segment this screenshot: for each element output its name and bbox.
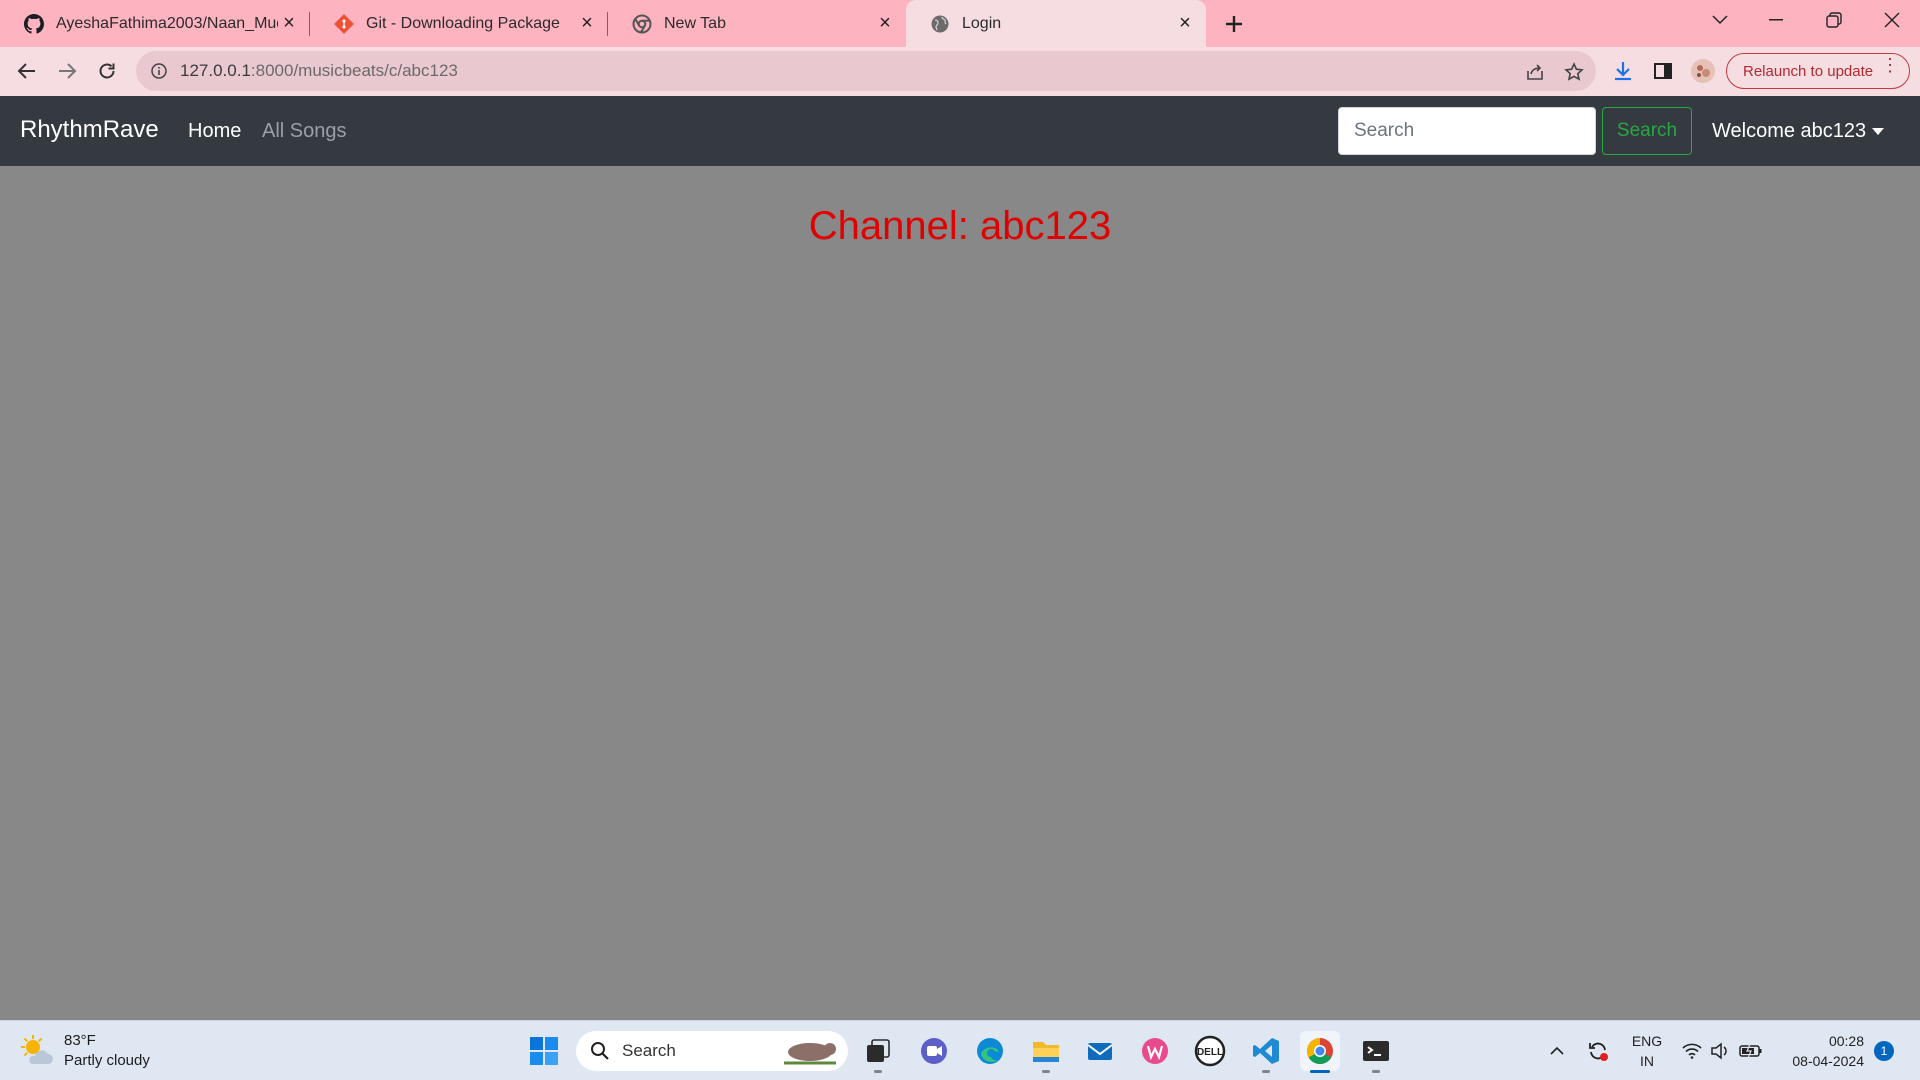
- battery-icon[interactable]: [1736, 1031, 1766, 1071]
- weather-widget[interactable]: 83°F Partly cloudy: [20, 1031, 150, 1071]
- clock-time: 00:28: [1828, 1033, 1864, 1049]
- tab-login[interactable]: Login ×: [906, 0, 1206, 47]
- relaunch-to-update-button[interactable]: Relaunch to update ⋮: [1726, 53, 1910, 89]
- close-window-button[interactable]: [1864, 0, 1920, 40]
- vscode-icon[interactable]: [1246, 1031, 1286, 1073]
- edge-icon[interactable]: [970, 1031, 1010, 1071]
- wifi-icon[interactable]: [1678, 1031, 1706, 1071]
- teams-chat-icon[interactable]: [914, 1031, 954, 1071]
- task-view-icon[interactable]: [858, 1031, 898, 1073]
- tab-new-tab[interactable]: New Tab ×: [608, 0, 906, 47]
- url-text: 127.0.0.1:8000/musicbeats/c/abc123: [180, 61, 458, 81]
- url-host: 127.0.0.1: [180, 61, 251, 80]
- restore-button[interactable]: [1806, 0, 1862, 40]
- site-navbar: RhythmRave Home All Songs Search Welcome…: [0, 96, 1920, 166]
- chrome-taskbar-icon[interactable]: [1300, 1031, 1340, 1073]
- mail-icon[interactable]: [1080, 1031, 1120, 1071]
- tab-search-button[interactable]: [1692, 0, 1748, 40]
- clock-date: 08-04-2024: [1792, 1053, 1864, 1069]
- search-highlight-icon: [784, 1043, 836, 1065]
- tab-github[interactable]: AyeshaFathima2003/Naan_Mudh ×: [0, 0, 310, 47]
- more-menu-icon[interactable]: ⋮: [1881, 56, 1899, 74]
- taskbar-search[interactable]: Search: [576, 1031, 848, 1071]
- svg-text:DELL: DELL: [1197, 1047, 1223, 1058]
- caret-down-icon: [1872, 128, 1885, 135]
- page-title: Channel: abc123: [808, 204, 1112, 248]
- lang-region: IN: [1640, 1053, 1654, 1069]
- relaunch-label: Relaunch to update: [1743, 62, 1874, 80]
- globe-icon: [930, 14, 950, 34]
- close-icon[interactable]: ×: [278, 12, 300, 35]
- star-icon[interactable]: [1559, 57, 1589, 87]
- lang-code: ENG: [1631, 1033, 1663, 1049]
- file-explorer-icon[interactable]: [1026, 1031, 1066, 1073]
- site-search-button[interactable]: Search: [1602, 107, 1692, 155]
- language-indicator[interactable]: ENG IN: [1622, 1031, 1672, 1071]
- dell-icon[interactable]: DELL: [1190, 1031, 1230, 1071]
- site-search-input[interactable]: [1338, 107, 1596, 155]
- show-hidden-icons-button[interactable]: [1542, 1031, 1572, 1071]
- terminal-icon[interactable]: [1356, 1031, 1396, 1073]
- browser-tab-strip: AyeshaFathima2003/Naan_Mudh × Git - Down…: [0, 0, 1920, 47]
- nav-home-link[interactable]: Home: [188, 120, 241, 143]
- profile-avatar[interactable]: [1686, 54, 1720, 88]
- windows-icon: [530, 1037, 558, 1065]
- address-bar[interactable]: 127.0.0.1:8000/musicbeats/c/abc123: [136, 51, 1596, 91]
- close-icon[interactable]: ×: [1174, 12, 1196, 35]
- tab-label: Git - Downloading Package: [366, 14, 560, 32]
- share-icon[interactable]: [1520, 57, 1550, 87]
- system-clock[interactable]: 00:28 08-04-2024: [1772, 1031, 1864, 1071]
- tab-git-download[interactable]: Git - Downloading Package ×: [310, 0, 608, 47]
- minimize-button[interactable]: [1748, 0, 1804, 40]
- close-icon[interactable]: ×: [874, 12, 896, 35]
- side-panel-icon[interactable]: [1646, 54, 1680, 88]
- user-dropdown[interactable]: Welcome abc123: [1712, 120, 1885, 143]
- taskbar-search-label: Search: [622, 1041, 676, 1060]
- notification-badge[interactable]: 1: [1874, 1041, 1894, 1061]
- git-icon: [334, 13, 354, 34]
- wps-office-icon[interactable]: [1135, 1031, 1175, 1071]
- url-path: :8000/musicbeats/c/abc123: [250, 61, 458, 80]
- reload-button[interactable]: [90, 54, 124, 88]
- site-brand[interactable]: RhythmRave: [20, 116, 159, 144]
- partly-cloudy-icon: [21, 1035, 53, 1064]
- volume-icon[interactable]: [1706, 1031, 1734, 1071]
- weather-text: 83°F Partly cloudy: [64, 1031, 150, 1071]
- site-info-icon[interactable]: [150, 62, 168, 80]
- search-icon: [591, 1042, 609, 1060]
- close-icon[interactable]: ×: [576, 12, 598, 35]
- back-button[interactable]: [10, 54, 44, 88]
- tab-label: AyeshaFathima2003/Naan_Mudh: [56, 14, 278, 32]
- sync-icon[interactable]: [1582, 1031, 1614, 1071]
- github-icon: [24, 13, 44, 34]
- chrome-icon: [632, 14, 652, 34]
- tab-label: New Tab: [664, 14, 726, 32]
- browser-toolbar: 127.0.0.1:8000/musicbeats/c/abc123 Relau…: [0, 47, 1920, 96]
- weather-temp: 83°F: [64, 1032, 96, 1049]
- welcome-text: Welcome abc123: [1712, 120, 1867, 142]
- new-tab-button[interactable]: [1218, 8, 1250, 40]
- windows-taskbar: 83°F Partly cloudy Search DELL ENG IN 00…: [0, 1020, 1920, 1080]
- start-button[interactable]: [524, 1031, 564, 1071]
- nav-all-songs-link[interactable]: All Songs: [262, 120, 347, 143]
- download-icon[interactable]: [1606, 54, 1640, 88]
- weather-desc: Partly cloudy: [64, 1052, 150, 1069]
- forward-button[interactable]: [50, 54, 84, 88]
- tab-label: Login: [962, 14, 1002, 32]
